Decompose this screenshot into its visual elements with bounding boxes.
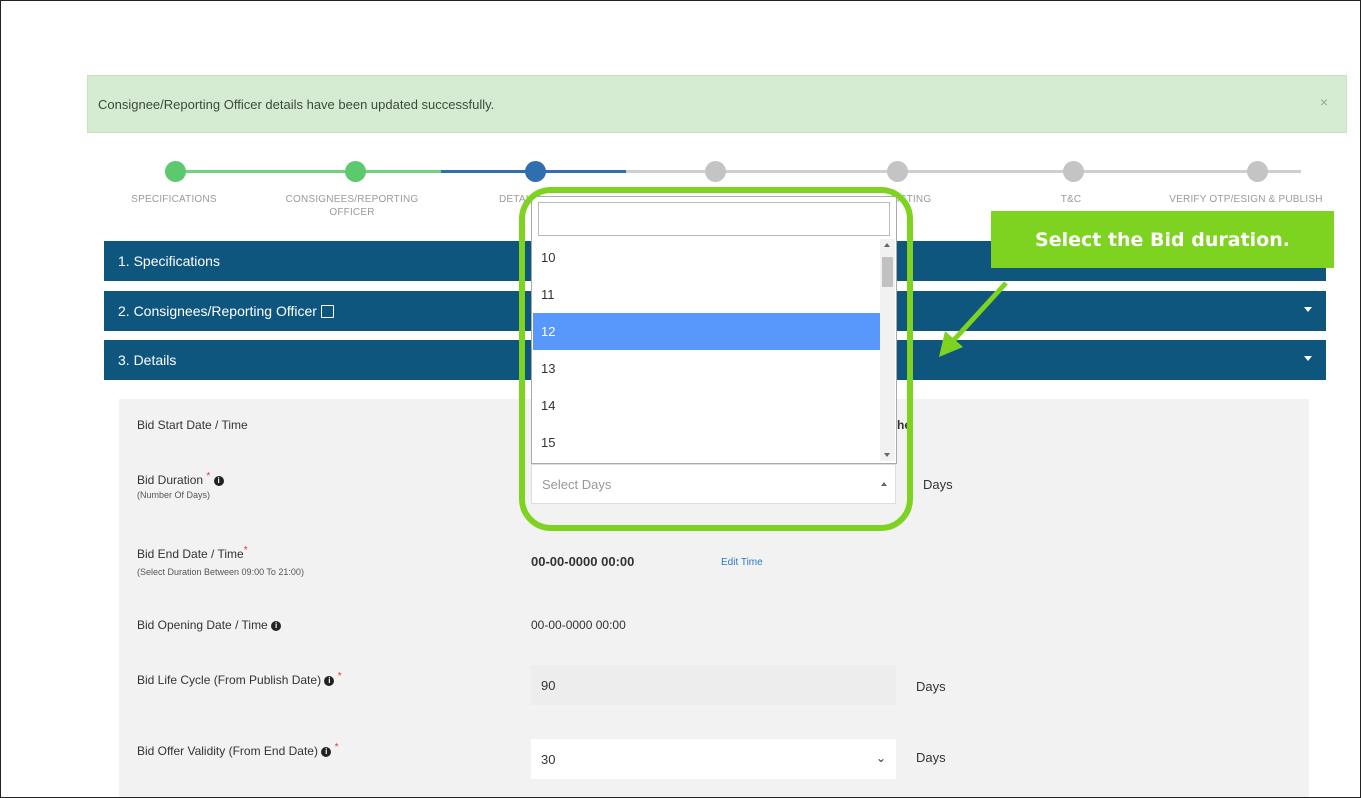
screen-frame: Consignee/Reporting Officer details have… — [0, 0, 1361, 798]
arrow-icon — [939, 281, 1008, 357]
